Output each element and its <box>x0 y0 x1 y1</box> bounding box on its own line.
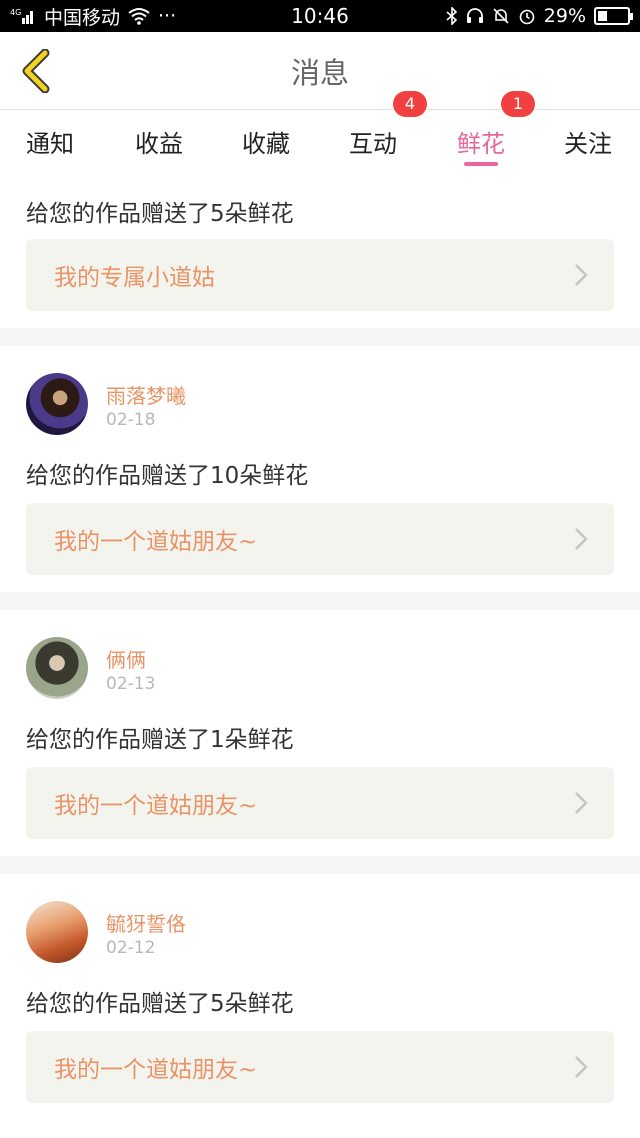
unread-badge: 1 <box>501 90 535 117</box>
bluetooth-icon <box>446 7 458 25</box>
sender-username[interactable]: 俩俩 <box>106 644 146 673</box>
tab-label-wrap: 鲜花 1 <box>457 90 535 159</box>
gift-message: 给您的作品赠送了5朵鲜花 <box>26 991 294 1017</box>
nav-header: 消息 <box>0 32 640 110</box>
headset-icon <box>466 7 484 25</box>
more-dots: ··· <box>158 5 177 27</box>
tab-interactions[interactable]: 互动 4 <box>328 90 427 172</box>
battery-icon <box>594 7 633 25</box>
battery-percent: 29% <box>543 5 586 27</box>
status-left: 4G 中国移动 ··· <box>10 3 176 30</box>
user-avatar[interactable] <box>26 901 88 963</box>
sender-username[interactable]: 雨落梦曦 <box>106 380 186 409</box>
work-title: 我的一个道姑朋友~ <box>54 793 258 819</box>
flower-notification-card: 给您的作品赠送了5朵鲜花 我的专属小道姑 <box>0 172 640 328</box>
chevron-right-icon <box>575 528 588 550</box>
work-link[interactable]: 我的一个道姑朋友~ <box>26 767 614 839</box>
work-link[interactable]: 我的专属小道姑 <box>26 239 614 311</box>
work-link[interactable]: 我的一个道姑朋友~ <box>26 503 614 575</box>
tab-flowers[interactable]: 鲜花 1 <box>436 90 535 172</box>
active-tab-indicator <box>464 162 498 166</box>
gift-message: 给您的作品赠送了5朵鲜花 <box>26 201 294 227</box>
tab-label: 收益 <box>135 129 183 158</box>
user-avatar[interactable] <box>26 637 88 699</box>
work-title: 我的专属小道姑 <box>54 265 215 291</box>
user-avatar[interactable] <box>26 373 88 435</box>
chevron-right-icon <box>575 792 588 814</box>
page-title: 消息 <box>290 55 349 90</box>
chevron-left-icon <box>22 49 50 93</box>
send-date: 02-18 <box>106 410 156 430</box>
tab-bar: 通知 收益 收藏 互动 4 鲜花 1 关注 <box>0 90 640 172</box>
status-time: 10:46 <box>291 4 349 28</box>
status-right: 29% <box>446 5 633 27</box>
back-button[interactable] <box>14 48 58 94</box>
flower-notification-card: 俩俩 02-13 给您的作品赠送了1朵鲜花 我的一个道姑朋友~ <box>0 610 640 856</box>
svg-text:4G: 4G <box>10 8 21 17</box>
mute-bell-icon <box>492 7 510 25</box>
flower-notification-card: 雨落梦曦 02-18 给您的作品赠送了10朵鲜花 我的一个道姑朋友~ <box>0 346 640 592</box>
work-title: 我的一个道姑朋友~ <box>54 529 258 555</box>
alarm-icon <box>518 7 536 25</box>
tab-label: 通知 <box>26 129 74 158</box>
status-bar: 4G 中国移动 ··· 10:46 29% <box>0 0 640 32</box>
tab-earnings[interactable]: 收益 <box>114 110 204 172</box>
flower-notification-card: 毓犽誓佫 02-12 给您的作品赠送了5朵鲜花 我的一个道姑朋友~ <box>0 874 640 1138</box>
tab-following[interactable]: 关注 <box>543 110 633 172</box>
tab-label-wrap: 互动 4 <box>349 90 427 159</box>
tab-label: 鲜花 <box>457 129 505 158</box>
tab-label: 互动 <box>349 129 397 158</box>
gift-message: 给您的作品赠送了1朵鲜花 <box>26 727 294 753</box>
carrier-name: 中国移动 <box>44 6 121 29</box>
work-link[interactable]: 我的一个道姑朋友~ <box>26 1031 614 1103</box>
chevron-right-icon <box>575 1056 588 1078</box>
tab-label: 收藏 <box>242 129 290 158</box>
send-date: 02-13 <box>106 674 156 694</box>
chevron-right-icon <box>575 264 588 286</box>
tab-favorites[interactable]: 收藏 <box>221 110 311 172</box>
unread-badge: 4 <box>393 90 427 117</box>
tab-notifications[interactable]: 通知 <box>5 110 95 172</box>
sender-username[interactable]: 毓犽誓佫 <box>106 908 186 937</box>
wifi-icon <box>128 7 150 25</box>
tab-label: 关注 <box>564 129 612 158</box>
work-title: 我的一个道姑朋友~ <box>54 1057 258 1083</box>
send-date: 02-12 <box>106 938 156 958</box>
gift-message: 给您的作品赠送了10朵鲜花 <box>26 463 309 489</box>
signal-icon: 4G <box>10 7 36 25</box>
